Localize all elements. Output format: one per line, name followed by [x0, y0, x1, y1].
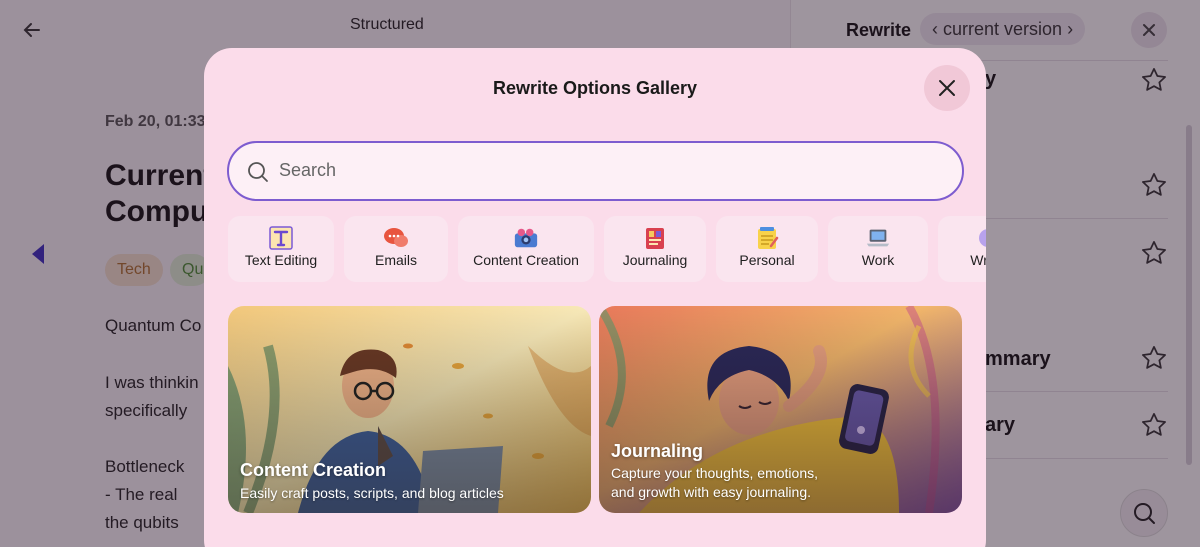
card-title: Journaling	[611, 441, 704, 461]
category-personal[interactable]: Personal	[716, 216, 818, 282]
content-creation-illustration	[228, 306, 591, 513]
modal-title: Rewrite Options Gallery	[492, 78, 698, 98]
category-label: Work	[861, 252, 895, 268]
category-emails[interactable]: Emails	[344, 216, 448, 282]
category-journaling[interactable]: Journaling	[604, 216, 706, 282]
card-description: Capture your thoughts, emotions, and gro…	[611, 465, 819, 500]
category-content-creation[interactable]: Content Creation	[458, 216, 594, 282]
category-work[interactable]: Work	[828, 216, 928, 282]
category-text-editing[interactable]: Text Editing	[228, 216, 334, 282]
category-label: Journaling	[622, 252, 688, 268]
rewrite-gallery-modal: Rewrite Options Gallery Text Editing Ema…	[204, 48, 986, 547]
category-label: Text Editing	[244, 252, 318, 268]
notebook-icon	[642, 226, 668, 250]
camera-icon	[513, 226, 539, 250]
card-description: Easily craft posts, scripts, and blog ar…	[240, 485, 504, 501]
search-icon	[248, 162, 268, 182]
category-label: Content Creation	[473, 252, 579, 268]
modal-close-button[interactable]	[924, 65, 970, 111]
category-label: Emails	[374, 252, 417, 268]
notepad-icon	[754, 226, 780, 250]
search-input[interactable]	[279, 143, 939, 198]
card-content-creation[interactable]: Content Creation Easily craft posts, scr…	[228, 306, 591, 513]
laptop-icon	[865, 226, 891, 250]
card-journaling[interactable]: Journaling Capture your thoughts, emotio…	[599, 306, 962, 513]
chat-bubbles-icon	[383, 226, 409, 250]
card-title: Content Creation	[240, 460, 386, 480]
category-row: Text Editing Emails Content Creation Jou…	[228, 216, 986, 282]
category-label: Personal	[739, 252, 795, 268]
close-icon	[939, 80, 955, 96]
category-label: Writin	[970, 252, 986, 268]
writing-icon	[975, 226, 986, 250]
category-writing[interactable]: Writin	[938, 216, 986, 282]
text-edit-icon	[268, 226, 294, 250]
search-bar[interactable]	[227, 141, 964, 201]
